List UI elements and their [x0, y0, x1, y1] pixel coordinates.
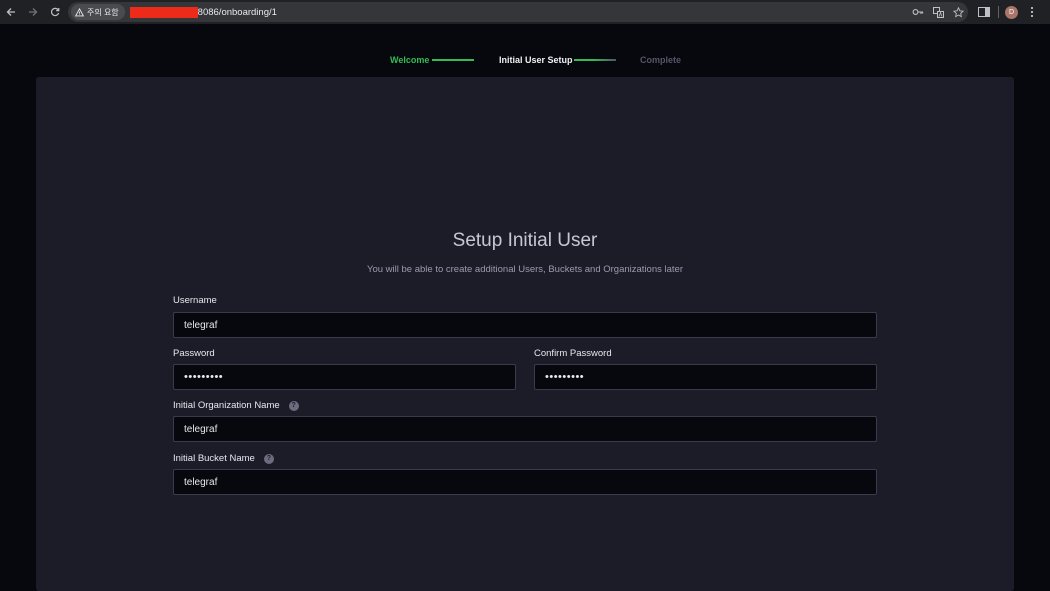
browser-toolbar: 주의 요함 8086/onboarding/1 D	[0, 0, 1050, 24]
confirm-password-label-text: Confirm Password	[534, 348, 612, 359]
redacted-host	[129, 6, 198, 18]
username-label: Username	[173, 295, 217, 306]
side-panel-icon[interactable]	[976, 4, 992, 20]
bucket-name-label: Initial Bucket Name ?	[173, 453, 274, 464]
arrow-right-icon[interactable]	[22, 0, 44, 24]
confirm-password-input[interactable]: •••••••••	[534, 364, 877, 390]
confirm-password-label: Confirm Password	[534, 348, 612, 359]
security-chip-label: 주의 요함	[87, 7, 119, 17]
url-text: 8086/onboarding/1	[197, 6, 277, 18]
page-title: Setup Initial User	[452, 230, 598, 251]
arrow-left-icon[interactable]	[0, 0, 22, 24]
bucket-name-input[interactable]: telegraf	[173, 469, 877, 495]
address-bar[interactable]: 주의 요함 8086/onboarding/1	[68, 2, 968, 22]
onboarding-stepper: Welcome Initial User Setup Complete	[0, 53, 1050, 67]
bucket-name-label-text: Initial Bucket Name	[173, 453, 255, 464]
org-name-input[interactable]: telegraf	[173, 416, 877, 442]
onboarding-page: Welcome Initial User Setup Complete Setu…	[0, 24, 1050, 591]
question-icon[interactable]: ?	[263, 453, 274, 464]
toolbar-separator	[998, 6, 999, 18]
key-icon[interactable]	[912, 6, 924, 18]
page-subtitle: You will be able to create additional Us…	[367, 264, 683, 275]
password-label: Password	[173, 348, 215, 359]
translate-icon[interactable]	[932, 6, 944, 18]
kebab-menu-icon[interactable]	[1024, 4, 1040, 20]
password-input[interactable]: •••••••••	[173, 364, 516, 390]
username-label-text: Username	[173, 295, 217, 306]
step-initial-user-setup[interactable]: Initial User Setup	[499, 53, 573, 67]
step-complete: Complete	[640, 55, 682, 65]
org-name-label-text: Initial Organization Name	[173, 400, 280, 411]
question-icon[interactable]: ?	[288, 400, 299, 411]
warning-triangle-icon	[75, 7, 84, 16]
avatar[interactable]: D	[1005, 5, 1018, 19]
setup-panel: Setup Initial User You will be able to c…	[36, 77, 1014, 591]
step-connector	[432, 59, 474, 61]
star-icon[interactable]	[952, 6, 964, 18]
password-label-text: Password	[173, 348, 215, 359]
step-welcome[interactable]: Welcome	[390, 53, 429, 67]
username-input[interactable]: telegraf	[173, 312, 877, 338]
org-name-label: Initial Organization Name ?	[173, 400, 299, 411]
step-connector	[574, 59, 616, 61]
reload-icon[interactable]	[44, 0, 66, 24]
security-warning-chip[interactable]: 주의 요함	[71, 4, 125, 20]
